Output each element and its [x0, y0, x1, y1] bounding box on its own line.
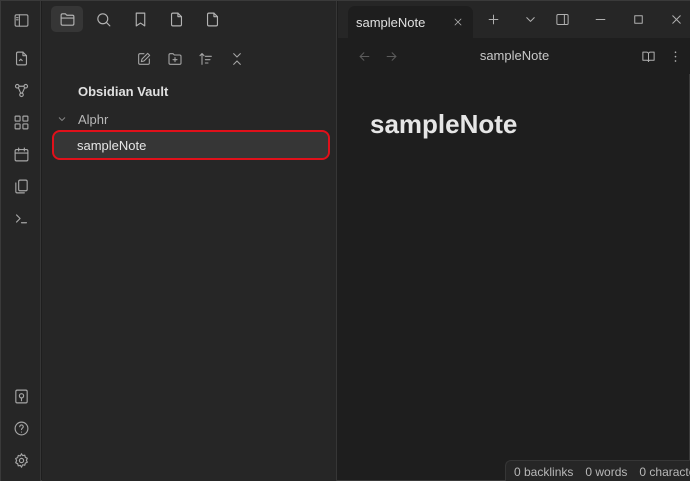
- search-icon: [96, 12, 110, 26]
- minimize-icon[interactable]: [590, 9, 610, 29]
- tab-samplenote[interactable]: sampleNote: [348, 6, 473, 38]
- new-folder-button[interactable]: [163, 47, 187, 71]
- daily-note-icon[interactable]: [11, 144, 31, 164]
- tab-file-2[interactable]: [196, 6, 228, 32]
- reading-view-icon[interactable]: [639, 47, 657, 65]
- new-folder-icon: [168, 53, 182, 65]
- view-header: sampleNote: [338, 38, 690, 74]
- tab-search[interactable]: [87, 6, 119, 32]
- file-icon: [170, 12, 182, 26]
- file-icon: [206, 12, 218, 26]
- new-note-icon: [138, 52, 151, 65]
- sort-button[interactable]: [194, 47, 218, 71]
- canvas-icon[interactable]: [11, 112, 31, 132]
- window-close-icon[interactable]: [666, 9, 686, 29]
- tab-list-chevron-icon[interactable]: [520, 9, 540, 29]
- settings-icon[interactable]: [11, 450, 31, 470]
- folder-icon: [60, 12, 74, 26]
- view-header-title[interactable]: sampleNote: [338, 48, 690, 63]
- command-palette-icon[interactable]: [11, 208, 31, 228]
- left-sidebar: Obsidian Vault Alphr sampleNote: [42, 1, 337, 481]
- sidebar-tab-bar: [42, 1, 337, 37]
- obsidian-window: Obsidian Vault Alphr sampleNote sampleNo…: [0, 0, 690, 481]
- sort-icon: [199, 53, 212, 65]
- ribbon: [1, 1, 41, 481]
- new-tab-icon[interactable]: [483, 9, 503, 29]
- maximize-icon[interactable]: [628, 9, 648, 29]
- more-options-icon[interactable]: [666, 47, 684, 65]
- folder-item[interactable]: Alphr: [56, 109, 108, 129]
- vault-name[interactable]: Obsidian Vault: [78, 84, 168, 99]
- vault-switcher-icon[interactable]: [11, 386, 31, 406]
- graph-view-icon[interactable]: [11, 80, 31, 100]
- templates-icon[interactable]: [11, 176, 31, 196]
- file-explorer-actions: [42, 47, 337, 71]
- status-bar: 0 backlinks 0 words 0 characters: [505, 460, 690, 481]
- tab-label: sampleNote: [356, 14, 426, 30]
- word-count: 0 words: [585, 464, 628, 479]
- bookmark-icon: [135, 12, 145, 26]
- collapse-all-button[interactable]: [225, 47, 249, 71]
- chevron-down-icon[interactable]: [56, 112, 70, 126]
- open-quick-switcher-icon[interactable]: [11, 48, 31, 68]
- file-item[interactable]: sampleNote: [54, 132, 328, 158]
- tab-files[interactable]: [51, 6, 83, 32]
- tab-bar: sampleNote: [338, 1, 690, 38]
- character-count: 0 characters: [639, 464, 690, 479]
- right-sidebar-toggle-icon[interactable]: [552, 9, 572, 29]
- collapse-all-icon: [233, 53, 241, 65]
- close-icon[interactable]: [451, 15, 465, 29]
- sidebar-toggle-icon[interactable]: [11, 10, 31, 30]
- tab-file-1[interactable]: [160, 6, 192, 32]
- note-title[interactable]: sampleNote: [370, 109, 517, 140]
- new-note-button[interactable]: [132, 47, 156, 71]
- help-icon[interactable]: [11, 418, 31, 438]
- folder-label: Alphr: [78, 111, 109, 127]
- tab-bookmarks[interactable]: [124, 6, 156, 32]
- backlinks-count[interactable]: 0 backlinks: [514, 465, 573, 479]
